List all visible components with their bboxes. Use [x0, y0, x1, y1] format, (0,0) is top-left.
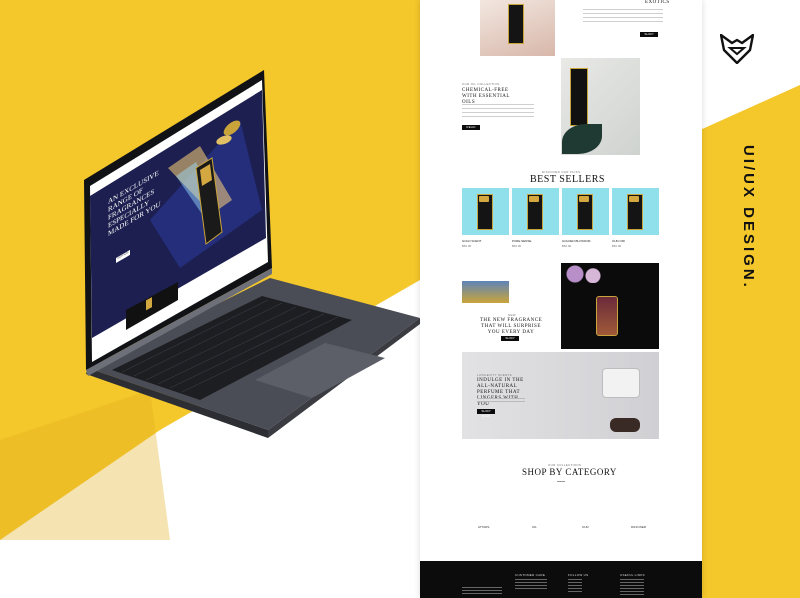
product-name: OUD OIR [612, 239, 625, 243]
new-fragrance-bottle [596, 296, 618, 336]
footer-useful-links-title: USEFUL LINKS [620, 573, 645, 577]
product-card-4[interactable] [612, 188, 659, 235]
product-name: GOLDEN BLOSSOM [562, 239, 591, 243]
site-footer: CUSTOMER CARE FOLLOW US USEFUL LINKS [420, 561, 702, 598]
category-diffuser[interactable]: DIFFUSER [631, 525, 646, 529]
lingering-kicker: LONGEVITY SCENTS [477, 373, 512, 377]
new-fragrance-title: THE NEW FRAGRANCE THAT WILL SURPRISE YOU… [479, 318, 543, 335]
footer-follow-us-title: FOLLOW US [568, 573, 589, 577]
wolf-logo-icon [720, 34, 754, 64]
product-price: $50.00 [612, 244, 622, 248]
exotics-title: EXOTICS [645, 0, 670, 5]
lingering-shop-button[interactable]: SHOP NOW [477, 409, 495, 418]
best-sellers-title: BEST SELLERS [530, 174, 605, 185]
new-fragrance-thumb [462, 281, 509, 303]
essential-oils-bottle [570, 68, 588, 126]
product-card-3[interactable] [562, 188, 609, 235]
essential-oils-kicker: OUR OIL COLLECTION [462, 82, 500, 86]
footer-follow-us-links [568, 579, 582, 593]
product-name: GOLD SCENT [462, 239, 482, 243]
website-page: EXOTICS SHOP NOW OUR OIL COLLECTION CHEM… [420, 0, 702, 598]
exotics-shop-button[interactable]: SHOP NOW [640, 32, 658, 41]
lingering-sunglasses [610, 418, 640, 432]
product-price: $50.00 [512, 244, 522, 248]
product-price: $50.00 [562, 244, 572, 248]
shop-by-category-divider [557, 481, 565, 482]
footer-customer-care-links [515, 579, 547, 589]
exotics-text [583, 9, 663, 23]
footer-about-text [462, 587, 502, 595]
category-oud[interactable]: OUD [582, 525, 589, 529]
laptop-mockup [84, 70, 420, 438]
brand-logo-text: UI/UX DESIGN. [740, 145, 757, 290]
product-price: $50.00 [462, 244, 472, 248]
footer-customer-care-title: CUSTOMER CARE [515, 573, 546, 577]
new-fragrance-shop-button[interactable]: SHOP NOW [501, 336, 519, 345]
product-card-1[interactable] [462, 188, 509, 235]
product-name: PURE SENSE [512, 239, 532, 243]
new-fragrance-flowers [563, 265, 603, 283]
essential-oils-text [462, 104, 534, 118]
lingering-text [477, 398, 525, 404]
new-fragrance-kicker: NEW [508, 313, 516, 317]
footer-useful-links [620, 579, 644, 595]
product-card-2[interactable] [512, 188, 559, 235]
shop-by-category-title: SHOP BY CATEGORY [522, 467, 617, 477]
category-attars[interactable]: ATTARS [478, 525, 489, 529]
essential-oils-read-more-button[interactable]: READ MORE [462, 125, 480, 134]
lingering-bag [602, 368, 640, 398]
category-oil[interactable]: OIL [532, 525, 537, 529]
exotics-bottle [508, 4, 524, 44]
